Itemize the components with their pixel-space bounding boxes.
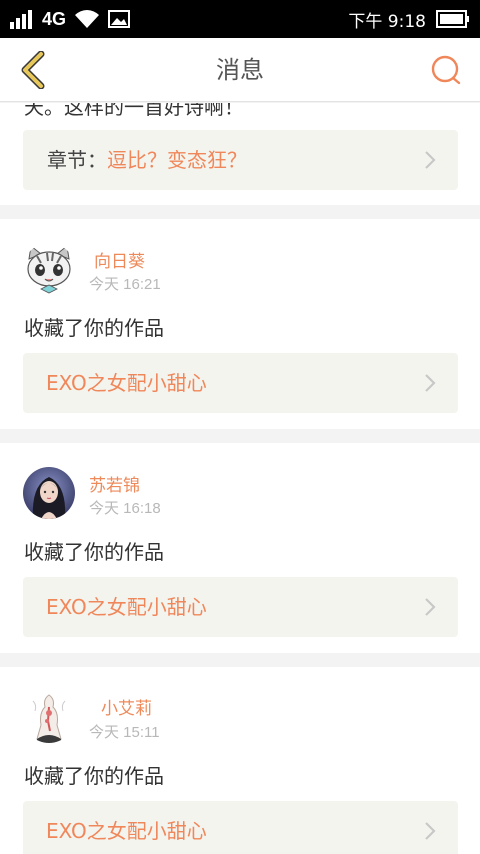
work-title: EXO之女配小甜心 (46, 371, 207, 395)
clock: 下午 9:18 (348, 11, 426, 32)
timestamp: 今天 15:11 (89, 724, 160, 741)
network-type: 4G (42, 8, 67, 29)
page-title: 消息 (216, 56, 264, 84)
message-item: 小艾莉 今天 15:11 收藏了你的作品 EXO之女配小甜心 (0, 667, 480, 854)
nav-bar: 消息 (0, 38, 480, 102)
user-name[interactable]: 苏若锦 (89, 471, 140, 496)
girl-avatar-icon (23, 467, 75, 519)
message-item: 向日葵 今天 16:21 收藏了你的作品 EXO之女配小甜心 (0, 219, 480, 429)
chevron-left-icon (21, 51, 45, 89)
image-icon (108, 10, 131, 28)
avatar[interactable] (23, 243, 75, 295)
chapter-label: 章节： (47, 148, 107, 172)
chapter-title: 逗比？变态狂？ (107, 148, 247, 172)
status-right: 下午 9:18 (348, 0, 470, 38)
battery-icon (436, 10, 469, 28)
search-button[interactable] (428, 52, 464, 88)
illustration-avatar-icon (23, 691, 75, 743)
back-button[interactable] (12, 50, 52, 90)
status-left: 4G (10, 0, 131, 38)
timestamp: 今天 16:18 (89, 500, 161, 517)
work-link[interactable]: EXO之女配小甜心 (23, 353, 458, 413)
avatar[interactable] (23, 467, 75, 519)
chevron-right-icon (425, 374, 436, 392)
status-bar: 4G 下午 9:18 (0, 0, 480, 38)
message-item-partial: 天。这样的一首好诗啊！ 章节：逗比？变态狂？ (0, 103, 480, 205)
action-text: 收藏了你的作品 (24, 540, 164, 564)
user-name[interactable]: 小艾莉 (101, 694, 152, 719)
message-item: 苏若锦 今天 16:18 收藏了你的作品 EXO之女配小甜心 (0, 443, 480, 653)
action-text: 收藏了你的作品 (24, 764, 164, 788)
chevron-right-icon (425, 598, 436, 616)
comment-text: 天。这样的一首好诗啊！ (24, 103, 244, 119)
timestamp: 今天 16:21 (89, 276, 161, 293)
chapter-line: 章节：逗比？变态狂？ (47, 130, 247, 190)
chevron-right-icon (425, 151, 436, 169)
chevron-right-icon (425, 822, 436, 840)
user-name[interactable]: 向日葵 (94, 247, 145, 272)
work-link[interactable]: EXO之女配小甜心 (23, 801, 458, 854)
work-link[interactable]: EXO之女配小甜心 (23, 577, 458, 637)
avatar[interactable] (23, 691, 75, 743)
action-text: 收藏了你的作品 (24, 316, 164, 340)
work-title: EXO之女配小甜心 (46, 595, 207, 619)
search-icon (431, 55, 461, 85)
cat-avatar-icon (23, 243, 75, 295)
chapter-link[interactable]: 章节：逗比？变态狂？ (23, 130, 458, 190)
signal-icon (10, 10, 32, 29)
wifi-icon (75, 10, 100, 28)
work-title: EXO之女配小甜心 (46, 819, 207, 843)
